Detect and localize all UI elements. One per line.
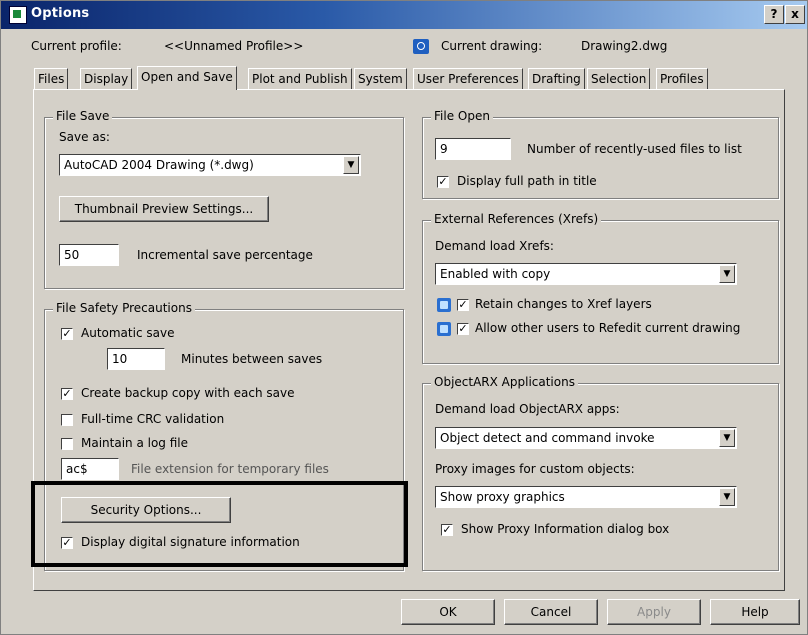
crc-validation-checkbox[interactable] [61, 414, 73, 426]
file-open-title: File Open [431, 109, 493, 123]
crc-validation-label: Full-time CRC validation [81, 412, 225, 426]
title-bar[interactable]: Options ? x [1, 1, 807, 29]
log-file-label: Maintain a log file [81, 436, 189, 450]
recent-files-input[interactable]: 9 [435, 138, 511, 160]
tab-open-and-save[interactable]: Open and Save [137, 66, 237, 90]
current-drawing-value: Drawing2.dwg [581, 39, 668, 53]
temp-file-extension-input[interactable]: ac$ [61, 458, 119, 480]
backup-copy-label: Create backup copy with each save [81, 386, 295, 400]
drawing-icon [413, 39, 429, 54]
current-profile-label: Current profile: [31, 39, 122, 53]
file-save-group: File Save Save as: AutoCAD 2004 Drawing … [44, 109, 404, 289]
window-title: Options [31, 6, 90, 21]
objectarx-title: ObjectARX Applications [431, 375, 578, 389]
full-path-label: Display full path in title [457, 174, 597, 188]
demand-load-arx-select[interactable]: Object detect and command invoke ▼ [435, 427, 737, 449]
objectarx-group: ObjectARX Applications Demand load Objec… [422, 375, 779, 571]
refedit-icon [437, 322, 451, 336]
demand-load-xrefs-label: Demand load Xrefs: [435, 239, 554, 253]
incremental-save-input[interactable]: 50 [59, 244, 119, 266]
proxy-images-select[interactable]: Show proxy graphics ▼ [435, 486, 737, 508]
recent-files-label: Number of recently-used files to list [527, 142, 742, 156]
full-path-checkbox[interactable]: ✓ [437, 176, 449, 188]
automatic-save-checkbox[interactable]: ✓ [61, 328, 73, 340]
save-as-label: Save as: [59, 130, 110, 144]
allow-refedit-label: Allow other users to Refedit current dra… [475, 321, 741, 335]
demand-load-arx-value: Object detect and command invoke [440, 431, 655, 445]
log-file-checkbox[interactable] [61, 438, 73, 450]
tab-system[interactable]: System [354, 68, 407, 90]
proxy-info-label: Show Proxy Information dialog box [461, 522, 670, 536]
temp-file-extension-label: File extension for temporary files [131, 462, 329, 476]
file-safety-title: File Safety Precautions [53, 301, 195, 315]
save-as-select[interactable]: AutoCAD 2004 Drawing (*.dwg) ▼ [59, 154, 361, 176]
file-save-title: File Save [53, 109, 113, 123]
cancel-button[interactable]: Cancel [504, 599, 598, 625]
demand-load-xrefs-select[interactable]: Enabled with copy ▼ [435, 263, 737, 285]
apply-button[interactable]: Apply [607, 599, 701, 625]
current-drawing-label: Current drawing: [441, 39, 543, 53]
close-button[interactable]: x [785, 5, 805, 24]
proxy-images-value: Show proxy graphics [440, 490, 565, 504]
tab-display[interactable]: Display [80, 68, 133, 90]
incremental-save-label: Incremental save percentage [137, 248, 313, 262]
current-profile-value: <<Unnamed Profile>> [164, 39, 304, 53]
app-icon [9, 6, 27, 24]
ok-button[interactable]: OK [401, 599, 495, 625]
proxy-images-label: Proxy images for custom objects: [435, 462, 635, 476]
dropdown-arrow-icon[interactable]: ▼ [719, 488, 735, 506]
backup-copy-checkbox[interactable]: ✓ [61, 388, 73, 400]
options-dialog: Options ? x Current profile: <<Unnamed P… [0, 0, 808, 635]
help-title-button[interactable]: ? [764, 5, 784, 24]
thumbnail-preview-settings-button[interactable]: Thumbnail Preview Settings... [59, 196, 269, 222]
tab-plot-and-publish[interactable]: Plot and Publish [248, 68, 352, 90]
automatic-save-label: Automatic save [81, 326, 175, 340]
dropdown-arrow-icon[interactable]: ▼ [719, 265, 735, 283]
proxy-info-checkbox[interactable]: ✓ [441, 524, 453, 536]
demand-load-xrefs-value: Enabled with copy [440, 267, 551, 281]
minutes-between-saves-input[interactable]: 10 [107, 348, 165, 370]
tab-selection[interactable]: Selection [587, 68, 651, 90]
highlight-box [31, 481, 408, 567]
help-button[interactable]: Help [710, 599, 800, 625]
tab-files[interactable]: Files [34, 68, 69, 90]
dropdown-arrow-icon[interactable]: ▼ [343, 156, 359, 174]
dropdown-arrow-icon[interactable]: ▼ [719, 429, 735, 447]
tab-profiles[interactable]: Profiles [656, 68, 708, 90]
file-open-group: File Open 9 Number of recently-used file… [422, 109, 779, 199]
demand-load-arx-label: Demand load ObjectARX apps: [435, 402, 620, 416]
retain-changes-label: Retain changes to Xref layers [475, 297, 652, 311]
tab-user-preferences[interactable]: User Preferences [413, 68, 523, 90]
save-as-value: AutoCAD 2004 Drawing (*.dwg) [64, 158, 254, 172]
retain-changes-checkbox[interactable]: ✓ [457, 299, 469, 311]
allow-refedit-checkbox[interactable]: ✓ [457, 323, 469, 335]
tab-drafting[interactable]: Drafting [528, 68, 585, 90]
xref-layer-icon [437, 298, 451, 312]
minutes-between-saves-label: Minutes between saves [181, 352, 323, 366]
xrefs-title: External References (Xrefs) [431, 212, 602, 226]
xrefs-group: External References (Xrefs) Demand load … [422, 212, 779, 364]
